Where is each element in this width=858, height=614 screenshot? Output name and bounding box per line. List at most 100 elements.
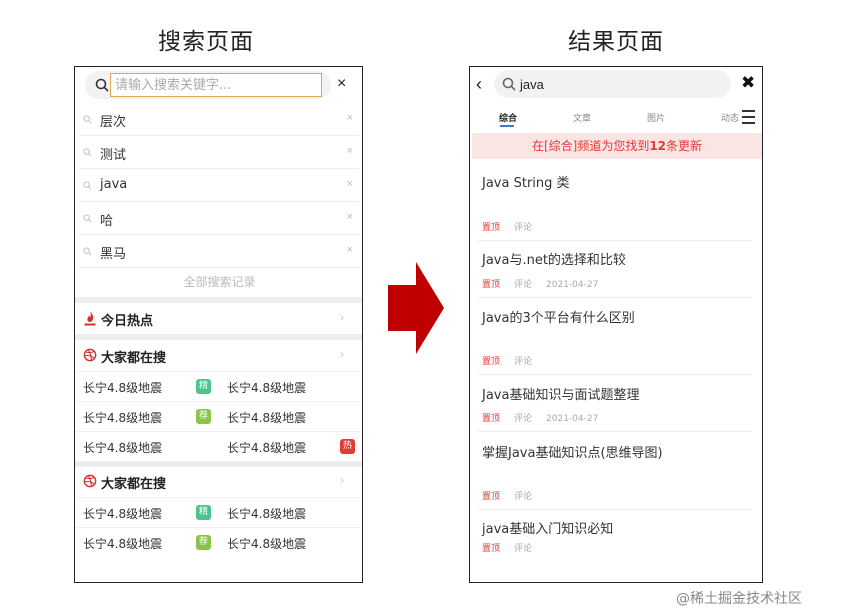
- delete-history-icon[interactable]: ×: [347, 178, 353, 190]
- hot-search-row: 长宁4.8级地震 长宁4.8级地震 热: [75, 431, 362, 461]
- article-title: java基础入门知识必知: [482, 522, 614, 537]
- pinned-badge: 置顶: [482, 544, 501, 554]
- result-search-bar[interactable]: java: [494, 70, 731, 98]
- hot-search-item[interactable]: 长宁4.8级地震: [83, 535, 162, 552]
- hot-search-item[interactable]: 长宁4.8级地震: [83, 409, 162, 426]
- hot-search-item[interactable]: 长宁4.8级地震: [227, 505, 306, 522]
- search-bar: [85, 71, 331, 99]
- article-meta: 置顶 评论: [482, 489, 546, 502]
- banner-prefix: 在[综合]频道为您找到: [531, 139, 650, 153]
- article-title: Java String 类: [482, 176, 570, 191]
- article-date: 2021-04-27: [546, 280, 599, 290]
- article-date: 2021-04-27: [546, 414, 599, 424]
- tab-dynamic[interactable]: 动态: [721, 111, 739, 124]
- all-history-link[interactable]: 全部搜索记录: [75, 273, 362, 290]
- pinned-badge: 置顶: [482, 223, 501, 233]
- hot-search-item[interactable]: 长宁4.8级地震: [227, 535, 306, 552]
- delete-history-icon[interactable]: ×: [347, 112, 353, 124]
- recommended-badge: 荐: [196, 409, 211, 424]
- hot-search-item[interactable]: 长宁4.8级地震: [227, 439, 306, 456]
- comment-label[interactable]: 评论: [514, 492, 532, 502]
- search-input[interactable]: [110, 73, 322, 97]
- result-page-title: 结果页面: [568, 29, 664, 55]
- hot-search-item[interactable]: 长宁4.8级地震: [83, 505, 162, 522]
- comment-label[interactable]: 评论: [514, 280, 532, 290]
- everyone-search-title: 大家都在搜: [101, 477, 167, 492]
- comment-label[interactable]: 评论: [514, 414, 532, 424]
- chevron-right-icon: ›: [340, 473, 344, 487]
- hot-search-item[interactable]: 长宁4.8级地震: [83, 379, 162, 396]
- comment-label[interactable]: 评论: [514, 357, 532, 367]
- pinned-badge: 置顶: [482, 280, 501, 290]
- search-page-title: 搜索页面: [158, 29, 254, 55]
- history-item[interactable]: 哈 ×: [79, 202, 359, 235]
- history-search-icon: [83, 115, 92, 124]
- dribbble-icon: [83, 474, 97, 488]
- flame-icon: [84, 311, 96, 326]
- chevron-right-icon: ›: [340, 347, 344, 361]
- close-search-button[interactable]: ×: [337, 75, 346, 93]
- article-meta: 置顶 评论 2021-04-27: [482, 411, 598, 424]
- history-text: 哈: [100, 214, 114, 229]
- hot-search-row: 长宁4.8级地震 荐 长宁4.8级地震: [75, 527, 362, 557]
- article-title: Java与.net的选择和比较: [482, 253, 626, 268]
- tab-all[interactable]: 综合: [499, 111, 517, 124]
- banner-suffix: 条更新: [666, 139, 703, 153]
- article-meta: 置顶 评论: [482, 541, 546, 554]
- delete-history-icon[interactable]: ×: [347, 145, 353, 157]
- everyone-search-header[interactable]: 大家都在搜 ›: [75, 341, 362, 371]
- history-item[interactable]: 层次 ×: [79, 103, 359, 136]
- hot-search-item[interactable]: 长宁4.8级地震: [83, 439, 162, 456]
- hot-badge: 热: [340, 439, 355, 454]
- recommended-badge: 荐: [196, 535, 211, 550]
- section-divider: [75, 334, 362, 340]
- search-query: java: [520, 77, 544, 92]
- article-title: Java的3个平台有什么区别: [482, 311, 635, 326]
- pinned-badge: 置顶: [482, 492, 501, 502]
- hot-search-row: 长宁4.8级地震 精 长宁4.8级地震: [75, 497, 362, 527]
- today-hot-title: 今日热点: [101, 314, 154, 329]
- history-text: java: [100, 177, 128, 192]
- arrow-right-icon: [388, 262, 444, 354]
- article-title: 掌握Java基础知识点(思维导图): [482, 446, 663, 461]
- menu-icon[interactable]: [742, 110, 755, 124]
- pinned-badge: 置顶: [482, 414, 501, 424]
- article-title: Java基础知识与面试题整理: [482, 388, 640, 403]
- article-divider: [478, 509, 752, 510]
- dribbble-icon: [83, 348, 97, 362]
- article-meta: 置顶 评论: [482, 220, 546, 233]
- everyone-search-title: 大家都在搜: [101, 351, 167, 366]
- history-search-icon: [83, 214, 92, 223]
- article-divider: [478, 240, 752, 241]
- delete-history-icon[interactable]: ×: [347, 244, 353, 256]
- tab-images[interactable]: 图片: [647, 111, 665, 124]
- tab-articles[interactable]: 文章: [573, 111, 591, 124]
- history-item[interactable]: 黑马 ×: [79, 235, 359, 268]
- history-search-icon: [83, 181, 92, 190]
- history-text: 测试: [100, 148, 127, 163]
- article-divider: [478, 374, 752, 375]
- pinned-badge: 置顶: [482, 357, 501, 367]
- back-button[interactable]: ‹: [476, 75, 482, 93]
- everyone-search-header[interactable]: 大家都在搜 ›: [75, 467, 362, 497]
- search-icon: [95, 78, 109, 92]
- article-divider: [478, 431, 752, 432]
- watermark: @稀土掘金技术社区: [676, 591, 802, 607]
- article-meta: 置顶 评论: [482, 354, 546, 367]
- active-tab-indicator: [500, 125, 514, 127]
- search-page-screen: × 层次 × 测试 × java × 哈 × 黑马 × 全部搜索记录 今日热点 …: [74, 66, 363, 583]
- hot-search-item[interactable]: 长宁4.8级地震: [227, 409, 306, 426]
- featured-badge: 精: [196, 505, 211, 520]
- history-item[interactable]: 测试 ×: [79, 136, 359, 169]
- result-count-banner: 在[综合]频道为您找到12条更新: [472, 133, 762, 159]
- result-page-screen: ‹ java ✖ 综合 文章 图片 动态 在[综合]频道为您找到12条更新 Ja…: [469, 66, 763, 583]
- history-text: 黑马: [100, 247, 127, 262]
- close-results-button[interactable]: ✖: [741, 74, 755, 92]
- comment-label[interactable]: 评论: [514, 544, 532, 554]
- comment-label[interactable]: 评论: [514, 223, 532, 233]
- delete-history-icon[interactable]: ×: [347, 211, 353, 223]
- history-text: 层次: [100, 115, 127, 130]
- history-item[interactable]: java ×: [79, 169, 359, 202]
- hot-search-item[interactable]: 长宁4.8级地震: [227, 379, 306, 396]
- today-hot-header[interactable]: 今日热点 ›: [75, 304, 362, 334]
